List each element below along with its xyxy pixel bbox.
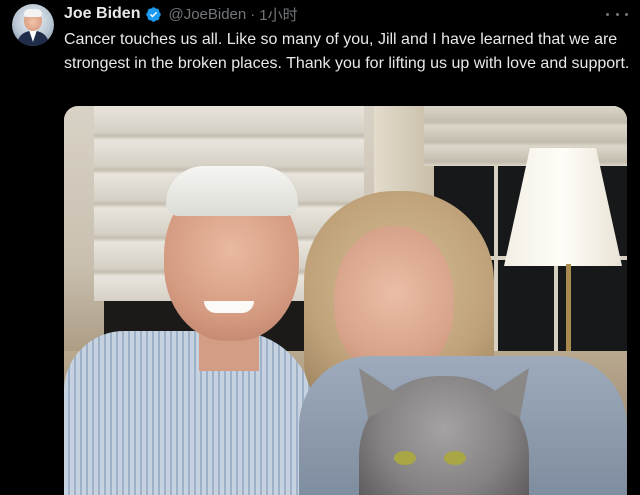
avatar[interactable] bbox=[12, 4, 54, 46]
author-handle[interactable]: @JoeBiden bbox=[168, 6, 246, 23]
tweet-header: Joe Biden @JoeBiden · 1小时 bbox=[64, 4, 298, 24]
tweet-text: Cancer touches us all. Like so many of y… bbox=[64, 31, 630, 72]
tweet-photo[interactable] bbox=[64, 106, 627, 495]
tweet: Joe Biden @JoeBiden · 1小时 Cancer touches… bbox=[0, 0, 640, 495]
separator-dot: · bbox=[250, 5, 256, 23]
author-name[interactable]: Joe Biden bbox=[64, 5, 140, 23]
timestamp[interactable]: 1小时 bbox=[259, 4, 297, 25]
more-options-icon[interactable] bbox=[606, 6, 628, 22]
verified-badge-icon bbox=[146, 6, 162, 22]
